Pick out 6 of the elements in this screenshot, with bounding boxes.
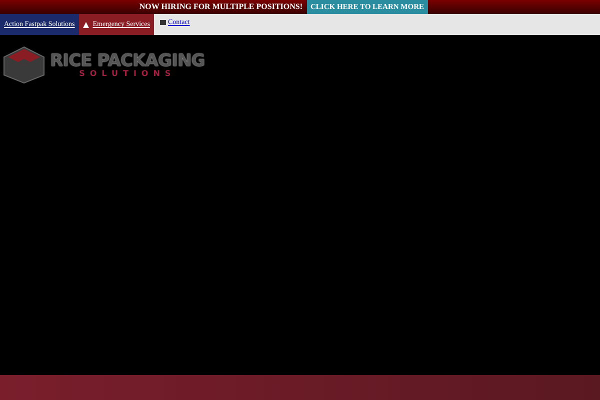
announcement-text: NOW HIRING FOR MULTIPLE POSITIONS! xyxy=(139,1,302,13)
envelope-icon xyxy=(160,20,166,25)
cube-logo-icon xyxy=(2,45,46,85)
logo-title: RICE PACKAGING xyxy=(50,52,205,70)
warning-icon xyxy=(82,22,89,28)
logo-subtitle: SOLUTIONS xyxy=(79,70,176,78)
